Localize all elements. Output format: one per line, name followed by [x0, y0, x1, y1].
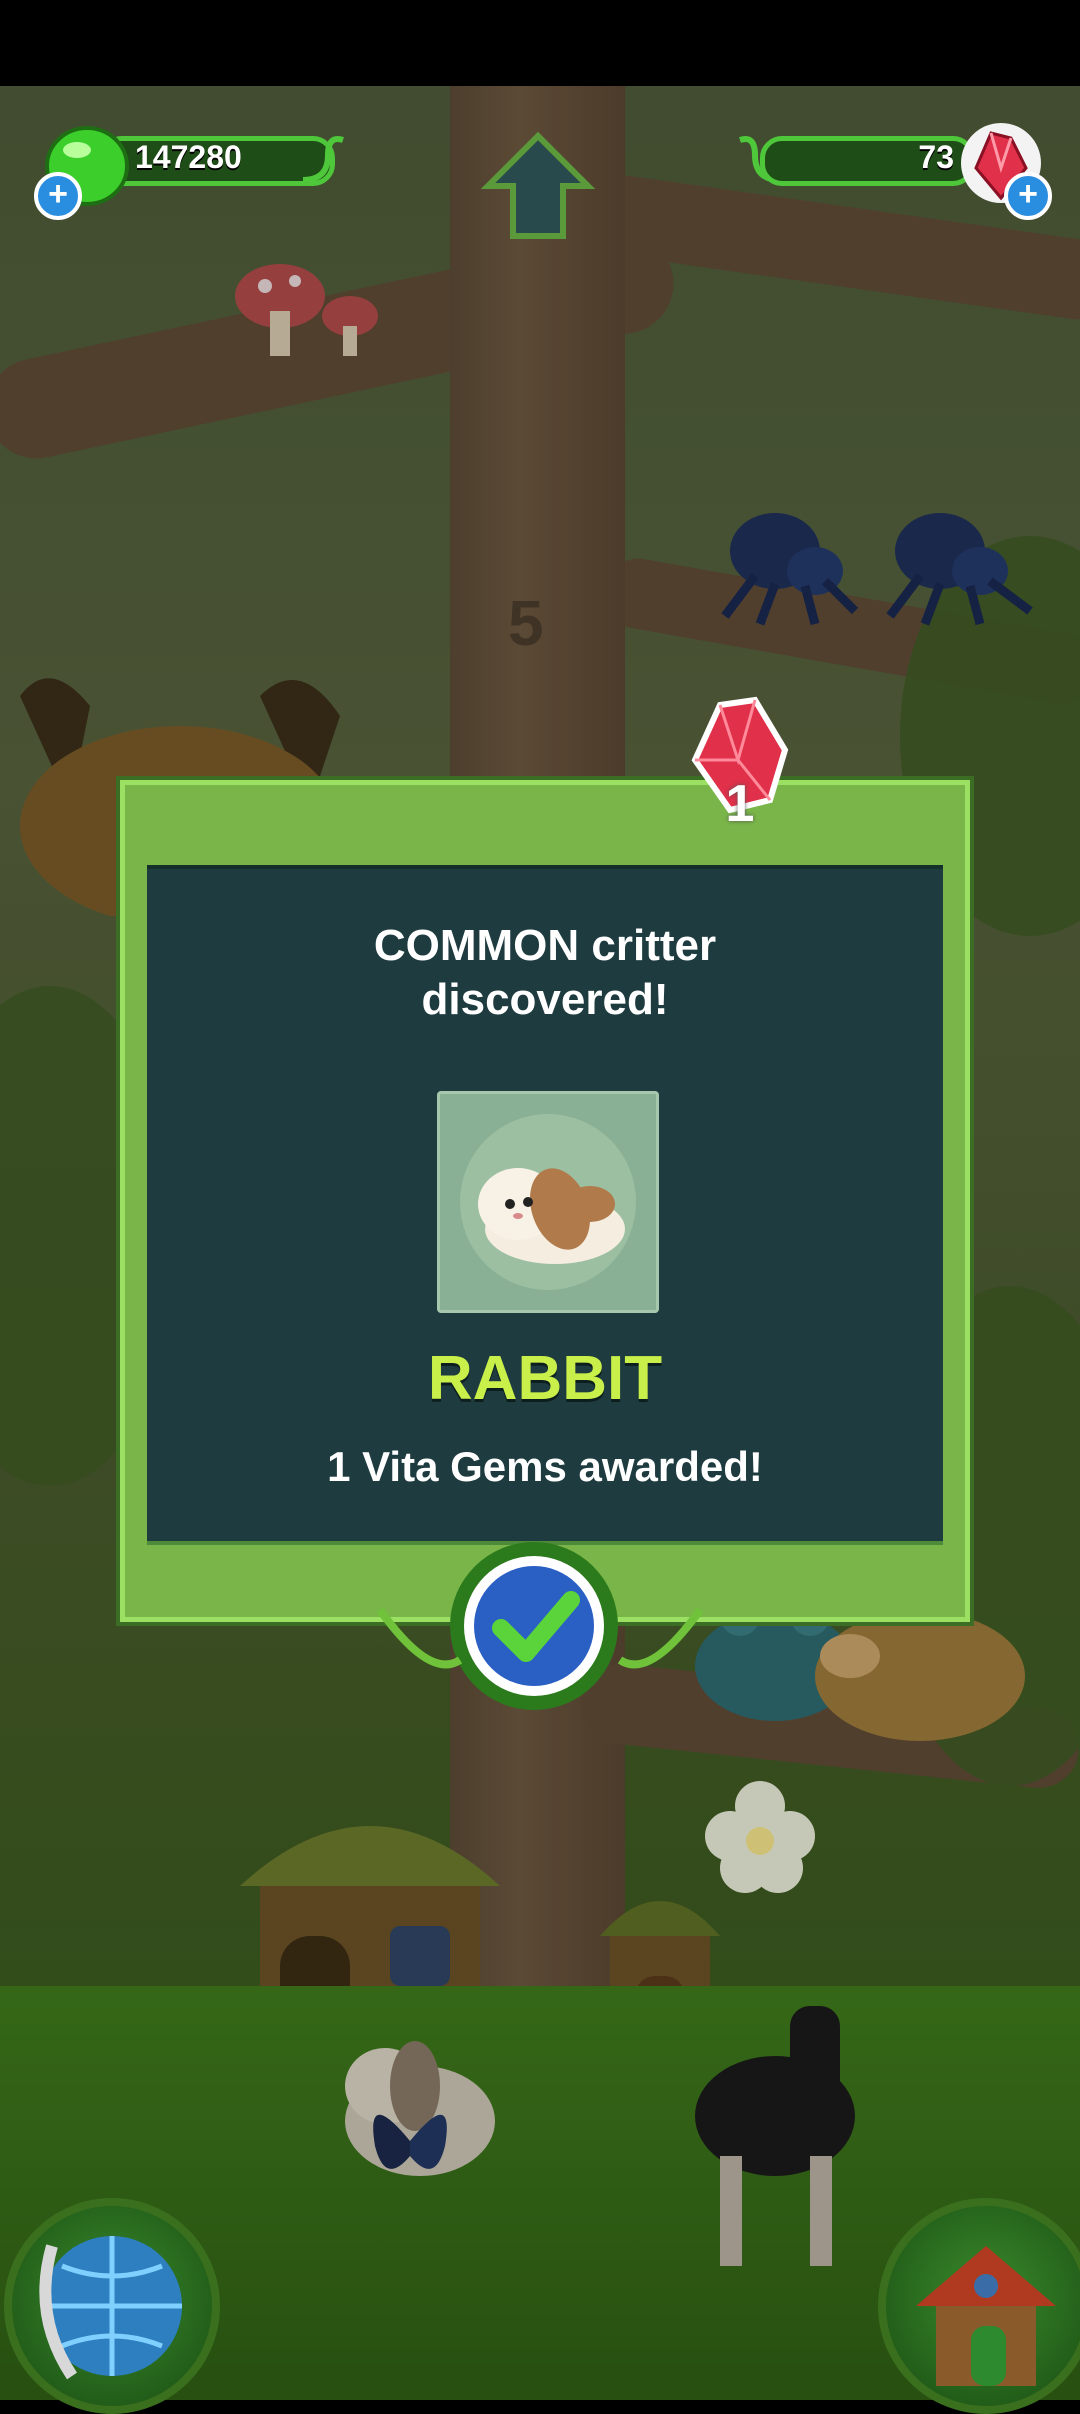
seed-count: 147280 — [135, 139, 242, 175]
critter-name: RABBIT — [427, 1344, 663, 1413]
vine-icon — [302, 136, 344, 183]
gem-counter-bar: 73 — [760, 136, 975, 186]
discovery-line-1: COMMON critter — [373, 921, 717, 970]
discovery-message: COMMON critter discovered! — [147, 919, 943, 1027]
critter-discovered-dialog: COMMON critter discovered! RABBIT 1 Vita… — [120, 780, 970, 1622]
world-map-button[interactable] — [4, 2198, 220, 2414]
house-icon — [916, 2246, 1056, 2386]
gem-reward-count: 1 — [725, 775, 755, 833]
discovery-line-2: discovered! — [421, 975, 669, 1024]
add-gems-button[interactable]: + — [1004, 172, 1052, 220]
rabbit-portrait-image — [460, 1114, 636, 1290]
dialog-panel: COMMON critter discovered! RABBIT 1 Vita… — [147, 865, 943, 1545]
up-arrow-icon[interactable] — [478, 126, 598, 246]
globe-icon — [39, 2236, 182, 2380]
vine-ornament — [376, 1607, 704, 1669]
home-button[interactable] — [878, 2198, 1080, 2414]
add-seeds-button[interactable]: + — [34, 172, 82, 220]
gem-count: 73 — [918, 139, 954, 175]
award-text: 1 Vita Gems awarded! — [327, 1443, 763, 1490]
status-bar — [0, 0, 1080, 86]
critter-portrait — [437, 1091, 659, 1313]
gem-reward-badge: 1 — [680, 690, 800, 840]
